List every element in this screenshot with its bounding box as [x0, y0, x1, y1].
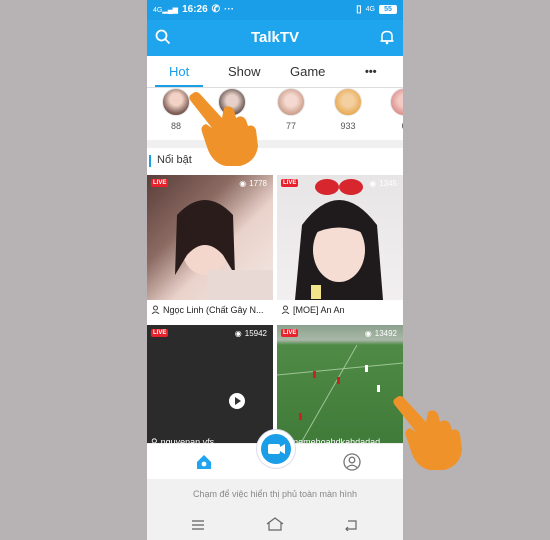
view-count-value: 15942 [244, 329, 267, 338]
avatar-item[interactable] [217, 88, 247, 121]
avatar-count: 933 [340, 121, 356, 131]
go-live-button[interactable] [256, 429, 296, 469]
more-dots-icon: ··· [224, 4, 235, 15]
more-tabs-icon[interactable]: ••• [365, 66, 377, 78]
category-tabs: Hot Show Game ••• [147, 56, 403, 88]
user-icon [281, 305, 290, 316]
tab-show[interactable]: Show [228, 64, 261, 79]
system-nav-bar [147, 509, 403, 540]
system-home-icon[interactable] [266, 517, 284, 536]
eye-icon: ◉ [364, 329, 372, 338]
stream-card[interactable]: LIVE ◉ 1345 [MOE] An An [277, 175, 403, 320]
stream-card[interactable]: LIVE ◉ 15942 [147, 325, 273, 450]
network-label: 4G [365, 6, 375, 13]
app-title: TalkTV [250, 29, 300, 46]
avatar-count: 6 [389, 121, 403, 131]
stream-thumbnail: LIVE ◉ 1778 [147, 175, 273, 300]
stream-caption: [MOE] An An [277, 300, 403, 320]
stream-card[interactable]: LIVE ◉ 13492 [277, 325, 403, 450]
avatar [390, 88, 403, 116]
avatar [162, 88, 190, 116]
video-camera-icon [261, 434, 291, 464]
battery-icon: 55 [379, 5, 397, 14]
tab-game[interactable]: Game [290, 64, 325, 79]
active-tab-indicator [155, 85, 203, 87]
avatar-strip: 88 77 933 6 [147, 88, 403, 140]
featured-section-header: Nổi bật [147, 148, 403, 174]
view-count-value: 1345 [379, 179, 397, 188]
view-count-value: 1778 [249, 179, 267, 188]
live-badge: LIVE [151, 329, 169, 337]
menu-icon[interactable] [191, 518, 205, 536]
avatar-item[interactable]: 6 [389, 88, 403, 131]
streamer-name: [MOE] An An [293, 305, 345, 315]
profile-icon[interactable] [343, 453, 361, 476]
view-count: ◉ 15942 [235, 329, 267, 338]
avatar-count: 88 [170, 121, 181, 131]
eye-icon: ◉ [239, 179, 247, 188]
user-icon [151, 305, 160, 316]
home-icon[interactable] [195, 453, 213, 476]
avatar-item[interactable]: 88 [161, 88, 191, 131]
eye-icon: ◉ [369, 179, 377, 188]
signal-icon: 4G▂▄▆ [153, 6, 179, 14]
tab-hot[interactable]: Hot [169, 64, 189, 79]
view-count: ◉ 1345 [369, 179, 397, 188]
section-divider [147, 140, 403, 148]
live-badge: LIVE [151, 179, 169, 187]
app-bar: TalkTV [147, 20, 403, 56]
phone-screen: 4G▂▄▆ 16:26 ✆ ··· ▯ 4G 55 TalkTV Hot Sho… [147, 0, 403, 540]
stream-thumbnail: LIVE ◉ 15942 [147, 325, 273, 450]
stream-caption: Ngọc Linh (Chất Gây N... [147, 300, 273, 320]
status-bar: 4G▂▄▆ 16:26 ✆ ··· ▯ 4G 55 [147, 0, 403, 20]
section-accent-bar [149, 155, 151, 167]
status-time: 16:26 [182, 4, 208, 15]
stream-card[interactable]: LIVE ◉ 1778 Ngọc Linh (Chất Gây N... [147, 175, 273, 320]
avatar [277, 88, 305, 116]
play-icon[interactable] [229, 393, 245, 409]
phone-icon: ✆ [211, 4, 221, 15]
view-count: ◉ 13492 [365, 329, 397, 338]
vibrate-icon: ▯ [356, 4, 362, 15]
eye-icon: ◉ [234, 329, 242, 338]
avatar-item[interactable]: 933 [333, 88, 363, 131]
fullscreen-hint: Chạm để việc hiển thị phủ toàn màn hình [147, 479, 403, 509]
bell-icon[interactable] [379, 29, 395, 50]
streamer-name: Ngọc Linh (Chất Gây N... [163, 305, 264, 315]
section-title: Nổi bật [157, 154, 192, 166]
stream-thumbnail: LIVE ◉ 13492 [277, 325, 403, 450]
avatar-count: 77 [285, 121, 296, 131]
view-count: ◉ 1778 [239, 179, 267, 188]
view-count-value: 13492 [374, 329, 397, 338]
avatar-item[interactable]: 77 [276, 88, 306, 131]
avatar [334, 88, 362, 116]
back-icon[interactable] [344, 518, 358, 536]
avatar [218, 88, 246, 116]
live-badge: LIVE [281, 329, 299, 337]
stream-thumbnail: LIVE ◉ 1345 [277, 175, 403, 300]
live-badge: LIVE [281, 179, 299, 187]
